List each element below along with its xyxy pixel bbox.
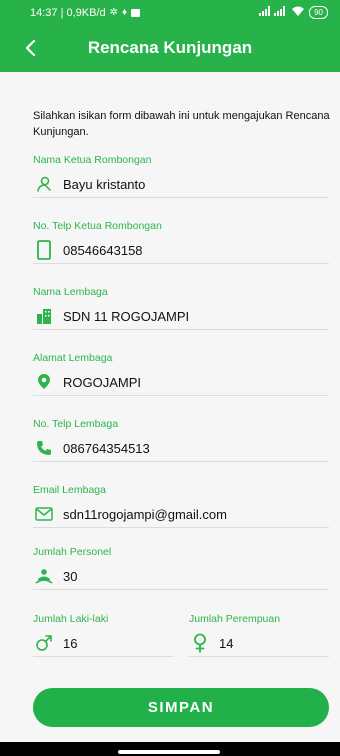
wifi-icon	[292, 6, 305, 19]
field-label: Jumlah Perempuan	[189, 613, 281, 625]
nama-ketua-input[interactable]: Bayu kristanto	[33, 171, 329, 198]
signal-icon	[259, 6, 287, 19]
notification-icon: ✲	[109, 7, 119, 18]
navigation-bar	[0, 742, 340, 756]
email-lembaga-input[interactable]: sdn11rogojampi@gmail.com	[33, 501, 329, 528]
phone-device-icon	[35, 240, 53, 260]
jumlah-laki-input[interactable]: 16	[33, 630, 173, 657]
field-label: Email Lembaga	[33, 484, 106, 496]
field-label: Jumlah Laki-laki	[33, 613, 109, 625]
phone-handset-icon	[35, 439, 53, 457]
field-value: sdn11rogojampi@gmail.com	[63, 506, 227, 522]
field-value: 30	[63, 568, 78, 584]
field-value: 14	[219, 635, 234, 651]
field-value: 08546643158	[63, 242, 143, 258]
field-label: No. Telp Ketua Rombongan	[33, 220, 162, 232]
building-icon	[35, 307, 53, 325]
location-icon	[35, 373, 53, 391]
field-label: Jumlah Personel	[33, 546, 112, 558]
field-label: Alamat Lembaga	[33, 352, 113, 364]
battery-icon: 90	[309, 6, 328, 19]
status-bar-right: 90	[259, 6, 328, 19]
alamat-lembaga-input[interactable]: ROGOJAMPI	[33, 369, 329, 396]
telp-ketua-input[interactable]: 08546643158	[33, 237, 329, 264]
field-telp-ketua: No. Telp Ketua Rombongan 08546643158	[33, 220, 329, 264]
field-jumlah-personel: Jumlah Personel 30	[33, 546, 329, 590]
group-icon	[35, 567, 53, 585]
field-value: 086764354513	[63, 440, 150, 456]
field-jumlah-perempuan: Jumlah Perempuan 14	[189, 613, 329, 657]
shield-icon: ♦	[122, 7, 128, 18]
nama-lembaga-input[interactable]: SDN 11 ROGOJAMPI	[33, 303, 329, 330]
status-bar: 14:37 | 0,9KB/d ✲ ♦ 90	[0, 0, 340, 25]
female-icon	[191, 633, 209, 653]
field-label: No. Telp Lembaga	[33, 418, 119, 430]
field-nama-lembaga: Nama Lembaga SDN 11 ROGOJAMPI	[33, 286, 329, 330]
field-value: 16	[63, 635, 78, 651]
jumlah-personel-input[interactable]: 30	[33, 563, 329, 590]
jumlah-perempuan-input[interactable]: 14	[189, 630, 329, 657]
save-button[interactable]: SIMPAN	[33, 688, 329, 727]
field-nama-ketua: Nama Ketua Rombongan Bayu kristanto	[33, 154, 329, 198]
mail-icon	[35, 505, 53, 523]
status-bar-left: 14:37 | 0,9KB/d ✲ ♦	[30, 6, 141, 19]
field-label: Nama Lembaga	[33, 286, 108, 298]
field-alamat-lembaga: Alamat Lembaga ROGOJAMPI	[33, 352, 329, 396]
telp-lembaga-input[interactable]: 086764354513	[33, 435, 329, 462]
male-icon	[35, 634, 53, 652]
field-telp-lembaga: No. Telp Lembaga 086764354513	[33, 418, 329, 462]
form-intro: Silahkan isikan form dibawah ini untuk m…	[33, 110, 330, 138]
form-container: Silahkan isikan form dibawah ini untuk m…	[0, 72, 340, 756]
person-icon	[35, 175, 53, 193]
home-gesture-handle[interactable]	[118, 750, 220, 754]
status-time-data: 14:37 | 0,9KB/d	[30, 6, 106, 19]
field-label: Nama Ketua Rombongan	[33, 154, 152, 166]
page-title: Rencana Kunjungan	[87, 38, 253, 57]
square-notification-icon	[131, 8, 141, 17]
field-email-lembaga: Email Lembaga sdn11rogojampi@gmail.com	[33, 484, 329, 528]
field-value: ROGOJAMPI	[63, 374, 142, 390]
field-value: Bayu kristanto	[63, 176, 146, 192]
field-jumlah-laki: Jumlah Laki-laki 16	[33, 613, 173, 657]
field-value: SDN 11 ROGOJAMPI	[63, 308, 190, 324]
app-bar: Rencana Kunjungan	[0, 25, 340, 72]
